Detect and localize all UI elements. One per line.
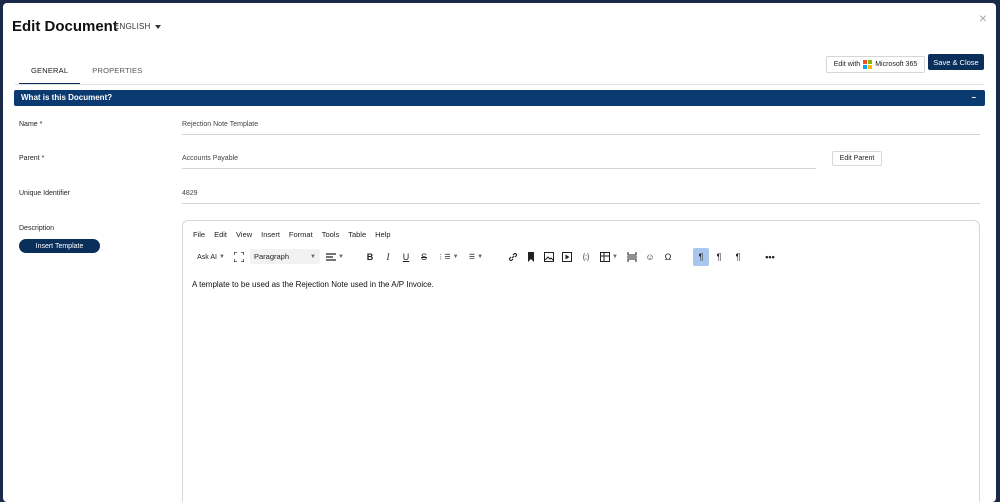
menu-file[interactable]: File — [193, 230, 205, 239]
editor-toolbar: Ask AI▼ Paragraph▼ ▼ B I U S ⋮☰▼ ☰▼ — [193, 248, 973, 266]
underline-icon[interactable]: U — [399, 248, 413, 266]
link-icon[interactable] — [506, 248, 520, 266]
uid-field[interactable]: 4829 — [182, 190, 980, 204]
special-char-icon[interactable]: Ω — [661, 248, 675, 266]
caret-down-icon — [154, 24, 161, 29]
ltr-icon[interactable]: ¶ — [693, 248, 709, 266]
strikethrough-icon[interactable]: S — [417, 248, 431, 266]
emoji-icon[interactable]: ☺ — [643, 248, 657, 266]
show-blocks-icon[interactable]: ¶ — [731, 248, 745, 266]
page-break-icon[interactable] — [625, 248, 639, 266]
menu-edit[interactable]: Edit — [214, 230, 227, 239]
language-dropdown[interactable]: ENGLISH — [114, 22, 161, 31]
menu-insert[interactable]: Insert — [261, 230, 280, 239]
chevron-down-icon: ▼ — [310, 253, 316, 260]
description-label: Description — [19, 225, 55, 232]
bookmark-icon[interactable] — [524, 248, 538, 266]
tab-properties[interactable]: PROPERTIES — [80, 63, 154, 85]
bullet-list-icon[interactable]: ☰ ▼ — [464, 248, 488, 266]
section-header[interactable]: What is this Document? − — [14, 90, 985, 106]
chevron-down-icon: ▼ — [218, 254, 225, 260]
image-icon[interactable] — [542, 248, 556, 266]
menu-view[interactable]: View — [236, 230, 252, 239]
editor-menubar: File Edit View Insert Format Tools Table… — [193, 230, 391, 239]
menu-format[interactable]: Format — [289, 230, 313, 239]
name-field[interactable]: Rejection Note Template — [182, 121, 980, 135]
menu-help[interactable]: Help — [375, 230, 390, 239]
edit-parent-button[interactable]: Edit Parent — [832, 151, 882, 166]
media-icon[interactable] — [560, 248, 574, 266]
editor-content[interactable]: A template to be used as the Rejection N… — [192, 280, 434, 289]
rtl-icon[interactable]: ¶ — [712, 248, 726, 266]
save-close-button[interactable]: Save & Close — [928, 54, 984, 70]
language-label: ENGLISH — [114, 22, 151, 31]
menu-table[interactable]: Table — [348, 230, 366, 239]
close-icon[interactable]: × — [979, 11, 987, 25]
rich-text-editor: File Edit View Insert Format Tools Table… — [182, 220, 980, 502]
numbered-list-icon[interactable]: ⋮☰ ▼ — [437, 248, 459, 266]
edit-with-microsoft365-button[interactable]: Edit with Microsoft 365 — [826, 56, 925, 73]
bold-icon[interactable]: B — [363, 248, 377, 266]
fullscreen-icon[interactable] — [232, 248, 246, 266]
page-title: Edit Document — [12, 18, 118, 35]
uid-label: Unique Identifier — [19, 190, 70, 197]
name-label: Name * — [19, 121, 43, 128]
edit-with-label: Edit with — [833, 61, 861, 68]
edit-document-dialog: Edit Document ENGLISH × Edit with Micros… — [3, 3, 996, 502]
section-title: What is this Document? — [21, 93, 113, 102]
parent-field[interactable]: Accounts Payable — [182, 155, 816, 169]
paragraph-select[interactable]: Paragraph ▼ — [250, 249, 320, 264]
ask-ai-button[interactable]: Ask AI ▼ — [193, 248, 229, 266]
parent-label: Parent * — [19, 155, 45, 162]
paragraph-value: Paragraph — [254, 252, 290, 261]
tab-general[interactable]: GENERAL — [19, 63, 81, 85]
ask-ai-label: Ask AI — [197, 253, 217, 261]
microsoft-logo-icon — [863, 60, 873, 69]
tabs-divider — [15, 84, 984, 85]
code-icon[interactable]: {;} — [578, 248, 594, 266]
table-icon[interactable]: ▼ — [598, 248, 620, 266]
more-icon[interactable]: ••• — [763, 248, 777, 266]
menu-tools[interactable]: Tools — [322, 230, 340, 239]
align-icon[interactable]: ▼ — [324, 248, 346, 266]
insert-template-button[interactable]: Insert Template — [19, 239, 100, 253]
collapse-icon[interactable]: − — [971, 90, 976, 106]
italic-icon[interactable]: I — [381, 248, 395, 266]
microsoft365-label: Microsoft 365 — [875, 61, 918, 68]
tab-bar: GENERAL PROPERTIES — [19, 63, 154, 85]
